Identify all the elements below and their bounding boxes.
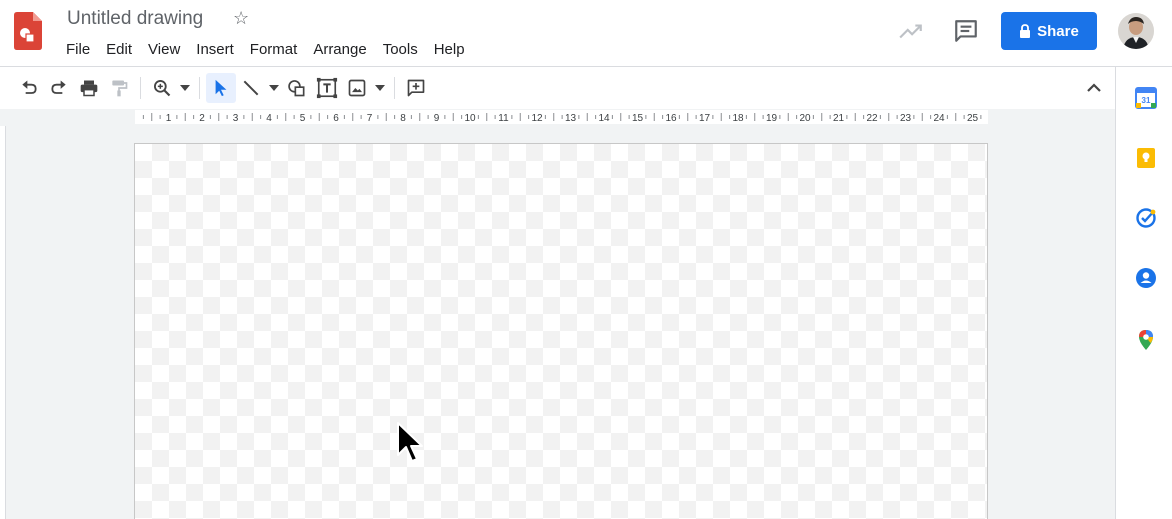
zoom-dropdown-icon[interactable] (177, 73, 193, 103)
zoom-icon[interactable] (147, 73, 177, 103)
toolbar-divider (140, 77, 141, 99)
print-icon[interactable] (74, 73, 104, 103)
ruler-number: 14 (598, 113, 610, 124)
collapse-toolbar-icon[interactable] (1082, 76, 1106, 100)
line-icon[interactable] (236, 73, 266, 103)
horizontal-ruler: 1 2 3 4 5 6 7 8 9 10 11 12 13 14 15 16 17 18 19 20 21 22 23 24 2… (135, 110, 988, 124)
ruler-number: 8 (400, 113, 406, 124)
ruler-number: 22 (866, 113, 878, 124)
ruler-number: 1 (166, 113, 172, 124)
toolbar-divider (394, 77, 395, 99)
ruler-number: 3 (233, 113, 239, 124)
ruler-number: 23 (900, 113, 912, 124)
star-icon[interactable]: ☆ (233, 8, 249, 29)
comment-history-icon[interactable] (953, 18, 979, 44)
ruler-number: 13 (565, 113, 577, 124)
menu-arrange[interactable]: Arrange (305, 39, 374, 60)
account-avatar[interactable] (1118, 13, 1154, 49)
drawings-logo-icon[interactable] (14, 12, 42, 50)
ruler-number: 12 (531, 113, 543, 124)
menu-view[interactable]: View (140, 39, 188, 60)
menu-edit[interactable]: Edit (98, 39, 140, 60)
app-header: Untitled drawing ☆ File Edit View Insert… (0, 0, 1172, 67)
ruler-number: 25 (967, 113, 979, 124)
document-title[interactable]: Untitled drawing (67, 8, 203, 30)
calendar-day: 31 (1142, 96, 1151, 105)
ruler-area: 1 2 3 4 5 6 7 8 9 10 11 12 13 14 15 16 17 18 19 20 21 22 23 24 2… (0, 109, 1115, 126)
shape-icon[interactable] (282, 73, 312, 103)
ruler-number: 9 (434, 113, 440, 124)
menu-insert[interactable]: Insert (188, 39, 242, 60)
menu-bar: File Edit View Insert Format Arrange Too… (58, 39, 473, 60)
contacts-icon[interactable] (1135, 267, 1157, 289)
ruler-number: 20 (799, 113, 811, 124)
menu-tools[interactable]: Tools (375, 39, 426, 60)
tasks-icon[interactable] (1135, 207, 1157, 229)
mouse-cursor-icon (397, 422, 423, 462)
ruler-number: 2 (199, 113, 205, 124)
comment-add-icon[interactable] (401, 73, 431, 103)
side-panel: 31 (1115, 67, 1172, 519)
text-box-icon[interactable] (312, 73, 342, 103)
ruler-labels: 1 2 3 4 5 6 7 8 9 10 11 12 13 14 15 16 17 18 19 20 21 22 23 24 2… (166, 113, 979, 124)
image-dropdown-icon[interactable] (372, 73, 388, 103)
ruler-number: 4 (266, 113, 272, 124)
keep-icon[interactable] (1135, 147, 1157, 169)
redo-icon[interactable] (44, 73, 74, 103)
ruler-number: 19 (766, 113, 778, 124)
share-label: Share (1037, 22, 1079, 40)
toolbar-divider (199, 77, 200, 99)
ruler-number: 16 (665, 113, 677, 124)
activity-trend-icon[interactable] (898, 18, 924, 44)
menu-help[interactable]: Help (426, 39, 473, 60)
ruler-number: 18 (732, 113, 744, 124)
ruler-number: 17 (699, 113, 711, 124)
menu-format[interactable]: Format (242, 39, 306, 60)
ruler-number: 6 (333, 113, 339, 124)
image-icon[interactable] (342, 73, 372, 103)
ruler-number: 21 (833, 113, 845, 124)
share-button[interactable]: Share (1001, 12, 1097, 50)
ruler-number: 24 (933, 113, 945, 124)
undo-icon[interactable] (14, 73, 44, 103)
menu-file[interactable]: File (58, 39, 98, 60)
lock-icon (1020, 24, 1031, 38)
select-icon[interactable] (206, 73, 236, 103)
calendar-icon[interactable]: 31 (1135, 87, 1157, 109)
ruler-number: 11 (498, 113, 509, 124)
line-dropdown-icon[interactable] (266, 73, 282, 103)
vertical-ruler (0, 126, 6, 519)
paint-format-icon[interactable] (104, 73, 134, 103)
toolbar (0, 67, 1115, 109)
ruler-number: 15 (632, 113, 644, 124)
maps-icon[interactable] (1135, 329, 1157, 351)
ruler-number: 10 (464, 113, 476, 124)
ruler-number: 5 (300, 113, 306, 124)
ruler-number: 7 (367, 113, 373, 124)
drawing-canvas[interactable] (134, 143, 988, 519)
